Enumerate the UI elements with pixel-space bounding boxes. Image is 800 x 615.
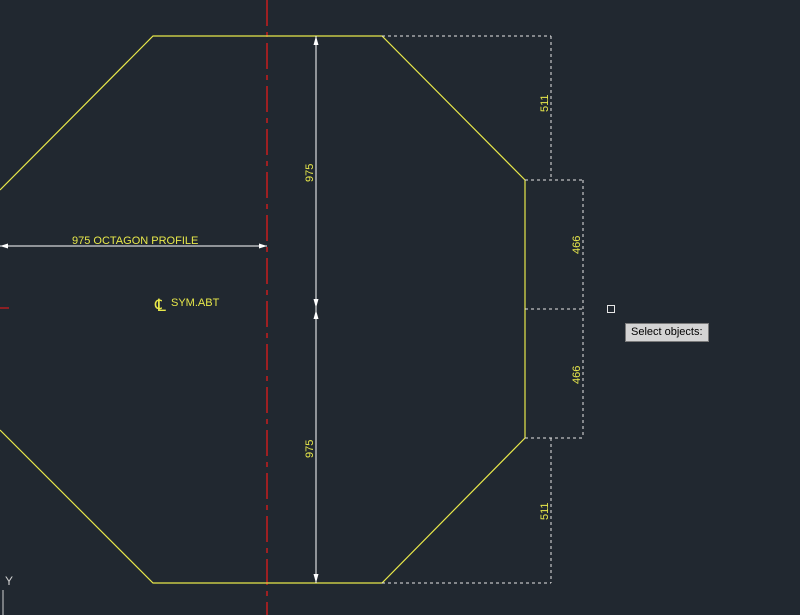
upper-dim-arrow-top — [313, 36, 319, 45]
centerline-symbol: ℄ — [154, 296, 166, 316]
drawing-canvas[interactable]: 975 OCTAGON PROFILE ℄ SYM.ABT 975 975 51… — [0, 0, 800, 615]
lower-dim-arrow-top — [313, 310, 319, 319]
ucs-y-label: Y — [5, 574, 13, 588]
right-upper-chamfer-text[interactable]: 511 — [539, 94, 551, 112]
profile-arrow-left — [0, 243, 8, 249]
profile-label[interactable]: 975 OCTAGON PROFILE — [72, 235, 198, 247]
right-dimension-extensions[interactable] — [382, 35, 584, 584]
command-prompt-tooltip: Select objects: — [625, 323, 709, 342]
upper-height-dimension-text[interactable]: 975 — [304, 164, 316, 182]
drawing-viewport[interactable]: 975 OCTAGON PROFILE ℄ SYM.ABT 975 975 51… — [0, 0, 800, 615]
right-middle-upper-text[interactable]: 466 — [571, 236, 583, 254]
cursor-pickbox — [607, 305, 615, 313]
upper-dim-arrow-bottom — [313, 299, 319, 308]
right-lower-chamfer-text[interactable]: 511 — [539, 502, 551, 520]
lower-dim-arrow-bottom — [313, 574, 319, 583]
profile-arrow-right — [259, 243, 267, 249]
symmetry-label[interactable]: SYM.ABT — [171, 297, 220, 309]
right-middle-lower-text[interactable]: 466 — [571, 366, 583, 384]
octagon-outline[interactable] — [0, 35, 526, 584]
lower-height-dimension-text[interactable]: 975 — [304, 440, 316, 458]
